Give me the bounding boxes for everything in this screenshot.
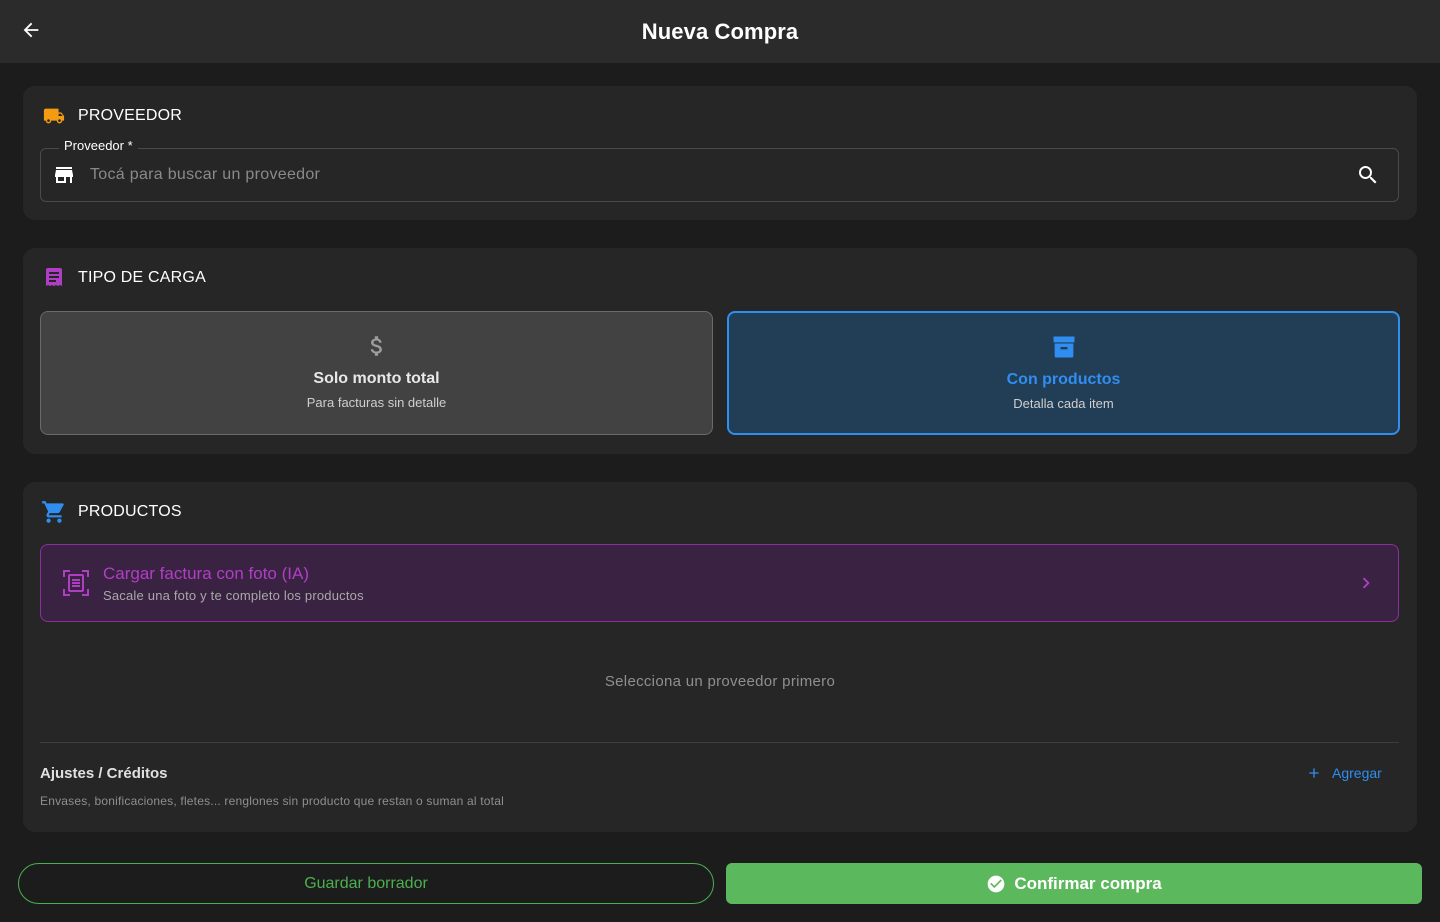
back-button[interactable] <box>14 15 48 49</box>
section-title: TIPO DE CARGA <box>78 269 206 286</box>
option-title: Con productos <box>1006 371 1121 388</box>
load-type-card: TIPO DE CARGA Solo monto total Para fact… <box>23 248 1417 454</box>
section-title: PROVEEDOR <box>78 107 183 124</box>
add-adjustment-button[interactable]: Agregar <box>1306 765 1382 781</box>
ai-banner-text: Cargar factura con foto (IA) Sacale una … <box>103 564 1354 603</box>
cart-icon <box>40 498 68 526</box>
option-title: Solo monto total <box>313 370 440 387</box>
dollar-icon <box>364 332 390 360</box>
load-type-section-header: TIPO DE CARGA <box>40 264 206 292</box>
option-total-amount[interactable]: Solo monto total Para facturas sin detal… <box>40 311 713 435</box>
products-card: PRODUCTOS Cargar factura con foto (IA) S… <box>23 482 1417 832</box>
section-title: PRODUCTOS <box>78 503 182 520</box>
adjustments-title: Ajustes / Créditos <box>40 765 168 782</box>
supplier-search-field[interactable]: Proveedor * <box>40 138 1399 202</box>
adjustments-subtitle: Envases, bonificaciones, fletes... rengl… <box>40 794 504 808</box>
save-draft-button[interactable]: Guardar borrador <box>18 863 714 904</box>
store-icon <box>52 163 76 187</box>
arrow-back-icon <box>20 19 42 46</box>
divider <box>40 742 1399 743</box>
supplier-section-header: PROVEEDOR <box>40 102 182 130</box>
supplier-field-label: Proveedor * <box>59 138 138 153</box>
empty-products-message: Selecciona un proveedor primero <box>604 673 836 690</box>
ai-banner-title: Cargar factura con foto (IA) <box>103 563 309 583</box>
archive-box-icon <box>1050 333 1078 361</box>
add-adjustment-label: Agregar <box>1332 765 1382 781</box>
supplier-search-input[interactable] <box>90 166 1355 184</box>
confirm-purchase-label: Confirmar compra <box>1014 873 1162 893</box>
ai-invoice-banner[interactable]: Cargar factura con foto (IA) Sacale una … <box>40 544 1399 622</box>
receipt-icon <box>40 264 68 292</box>
search-icon[interactable] <box>1355 162 1381 188</box>
option-subtitle: Detalla cada item <box>1013 396 1114 411</box>
confirm-purchase-button[interactable]: Confirmar compra <box>726 863 1422 904</box>
truck-icon <box>40 102 68 130</box>
document-scan-icon <box>61 568 91 598</box>
bottom-action-bar: Guardar borrador Confirmar compra <box>0 845 1440 922</box>
option-with-products[interactable]: Con productos Detalla cada item <box>727 311 1400 435</box>
products-section-header: PRODUCTOS <box>40 498 182 526</box>
app-bar: Nueva Compra <box>0 0 1440 63</box>
ai-banner-subtitle: Sacale una foto y te completo los produc… <box>103 587 364 603</box>
plus-icon <box>1306 765 1322 781</box>
option-subtitle: Para facturas sin detalle <box>306 395 447 410</box>
supplier-card: PROVEEDOR Proveedor * <box>23 86 1417 220</box>
chevron-right-icon <box>1354 571 1378 595</box>
check-circle-icon <box>986 874 1006 894</box>
page-title: Nueva Compra <box>641 18 799 44</box>
